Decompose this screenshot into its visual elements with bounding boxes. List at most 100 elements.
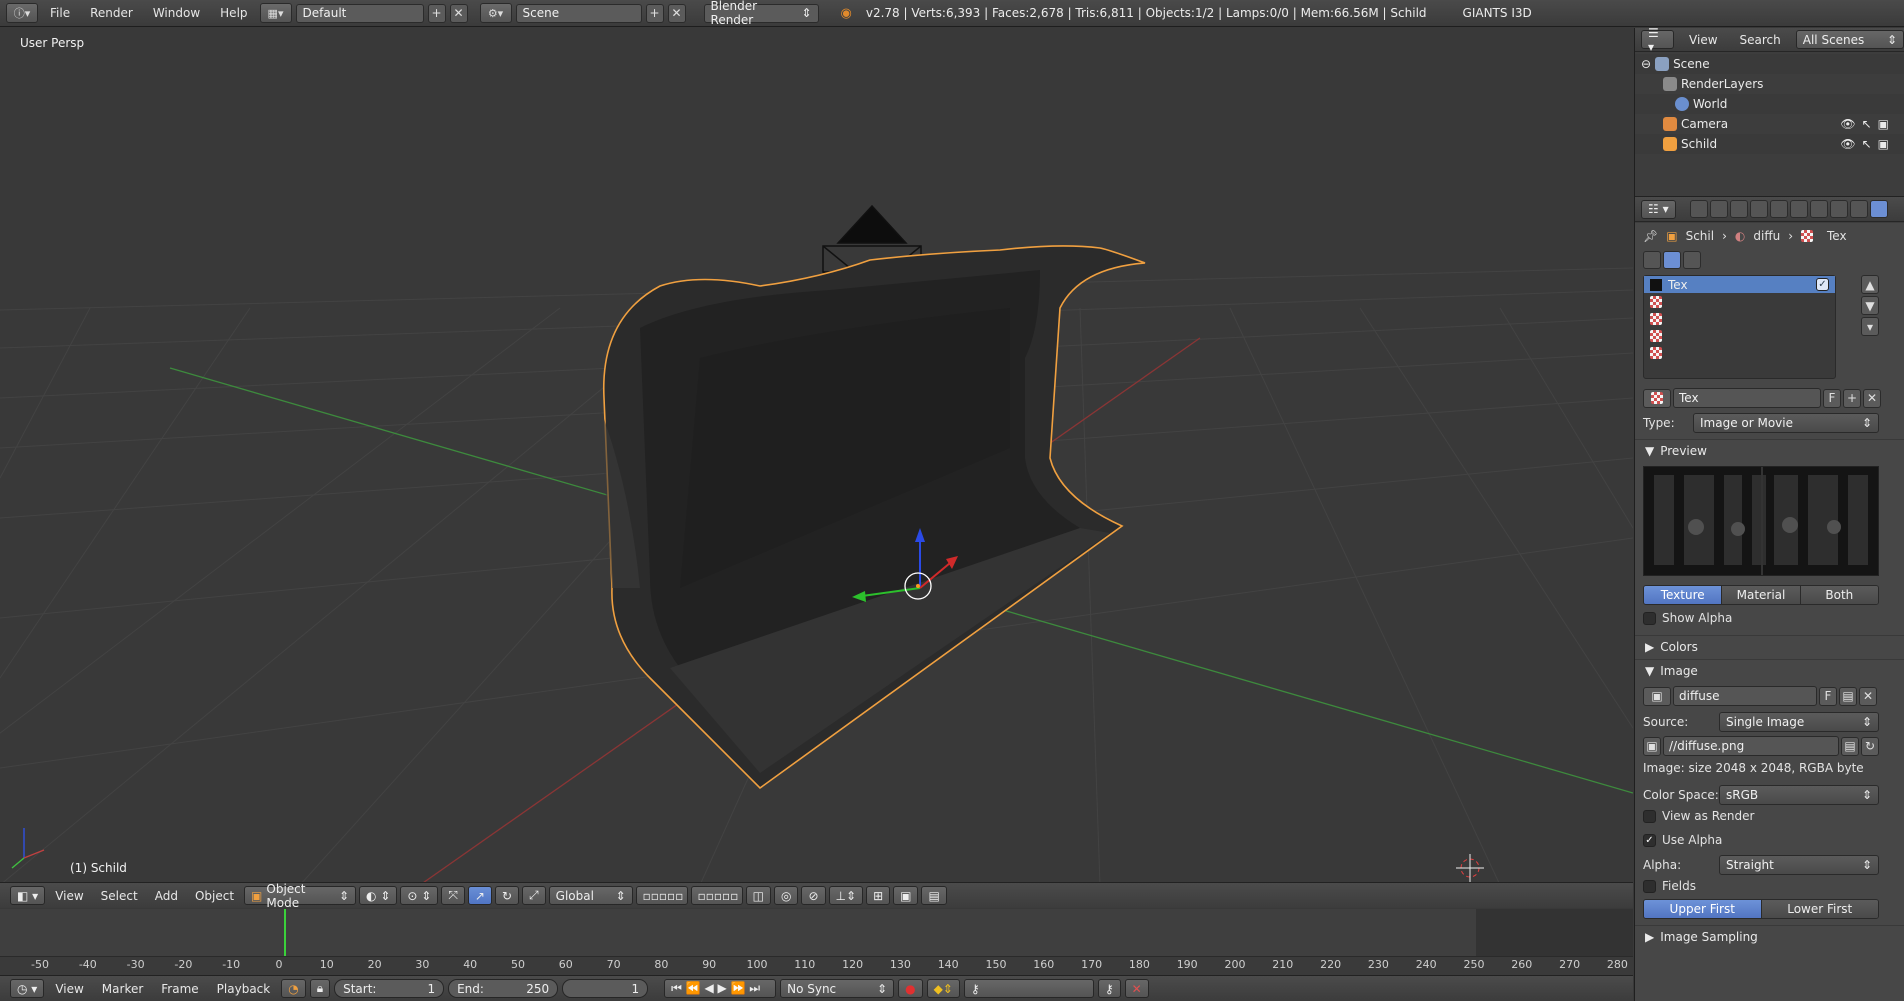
collapse-icon[interactable]: ⊖ <box>1641 57 1651 71</box>
scene-field[interactable]: Scene <box>515 3 642 23</box>
object-tab-icon[interactable] <box>1769 200 1788 218</box>
transform-orientation-dropdown[interactable]: Global ⇕ <box>548 886 633 905</box>
outliner-item-world[interactable]: World <box>1635 94 1904 114</box>
lock-time-icon[interactable]: 🔒︎ <box>309 979 331 998</box>
pin-icon[interactable]: 📌︎ <box>1643 229 1658 243</box>
add-layout-button[interactable]: + <box>427 3 446 23</box>
preview-texture-button[interactable]: Texture <box>1644 586 1723 604</box>
render-tab-icon[interactable] <box>1689 200 1708 218</box>
manipulator-toggle-icon[interactable]: ⤧ <box>441 886 465 905</box>
scene-tab-icon[interactable] <box>1729 200 1748 218</box>
menu-window[interactable]: Window <box>145 0 208 27</box>
color-space-dropdown[interactable]: sRGB ⇕ <box>1719 785 1879 805</box>
image-name-field[interactable]: diffuse <box>1673 686 1817 706</box>
screen-layout-icon[interactable]: ▦▾ <box>259 3 292 23</box>
lock-layers-icon[interactable]: ◫ <box>745 886 771 905</box>
texture-slot-item[interactable]: Tex ✓ <box>1644 276 1835 293</box>
outliner-item-scene[interactable]: ⊖ Scene <box>1635 54 1904 74</box>
record-keyframes-icon[interactable]: ● <box>898 979 923 998</box>
material-tab-icon[interactable] <box>1849 200 1868 218</box>
layer-buttons-group-1[interactable]: ▫▫▫▫▫ <box>635 886 688 905</box>
fake-user-button[interactable]: F <box>1823 388 1841 408</box>
opengl-render-icon[interactable]: ▣ <box>893 886 919 905</box>
modifiers-tab-icon[interactable] <box>1809 200 1828 218</box>
render-engine-dropdown[interactable]: Blender Render ⇕ <box>703 0 819 27</box>
visibility-toggles[interactable]: 👁︎↖▣ <box>1840 137 1895 151</box>
visibility-toggles[interactable]: 👁︎↖▣ <box>1840 117 1895 131</box>
editor-type-info-button[interactable]: ⓘ▾ <box>6 3 38 23</box>
move-down-icon[interactable]: ▼ <box>1861 296 1879 315</box>
specials-menu-icon[interactable]: ▾ <box>1861 317 1879 336</box>
preview-both-button[interactable]: Both <box>1800 586 1878 604</box>
world-tab-icon[interactable] <box>1749 200 1768 218</box>
snap-element-icon[interactable]: ⊥⇕ <box>828 886 864 905</box>
menu-help[interactable]: Help <box>212 0 255 27</box>
slot-enabled-checkbox[interactable]: ✓ <box>1816 278 1829 291</box>
reload-image-icon[interactable]: ↻ <box>1861 736 1879 756</box>
sync-mode-dropdown[interactable]: No Sync ⇕ <box>780 979 895 998</box>
menu-timeline-view[interactable]: View <box>48 982 90 996</box>
menu-view[interactable]: View <box>48 889 90 903</box>
editor-type-properties-button[interactable]: ☷ ▾ <box>1641 199 1676 219</box>
outliner-tree[interactable]: ⊖ Scene RenderLayers World Camera 👁︎↖▣ S… <box>1635 52 1904 202</box>
menu-object[interactable]: Object <box>188 889 241 903</box>
3d-viewport[interactable]: User Persp (1) Schild <box>0 28 1633 885</box>
image-source-dropdown[interactable]: Single Image ⇕ <box>1719 712 1879 732</box>
menu-render[interactable]: Render <box>82 0 141 27</box>
preview-range-icon[interactable]: ◔ <box>281 979 306 998</box>
texture-browse-button[interactable] <box>1643 388 1671 408</box>
outliner-item-renderlayers[interactable]: RenderLayers <box>1635 74 1904 94</box>
move-up-icon[interactable]: ▲ <box>1861 275 1879 294</box>
other-texture-icon[interactable] <box>1683 251 1701 269</box>
texture-slot-item[interactable] <box>1644 293 1835 310</box>
remove-layout-button[interactable]: ✕ <box>449 3 468 23</box>
upper-first-button[interactable]: Upper First <box>1644 900 1762 918</box>
active-keying-set-field[interactable]: ⚷ <box>963 979 1094 998</box>
timeline-editor[interactable]: -50 -40 -30 -20 -10 0 10 20 30 40 50 60 70 80 90 100 110… <box>0 909 1633 975</box>
image-sampling-panel-header[interactable]: ▶ Image Sampling <box>1635 925 1904 947</box>
texture-name-field[interactable]: Tex <box>1673 388 1821 408</box>
use-alpha-checkbox[interactable]: ✓ <box>1643 833 1656 847</box>
menu-file[interactable]: File <box>42 0 78 27</box>
scene-icon[interactable]: ⚙▾ <box>479 3 512 23</box>
new-texture-button[interactable]: + <box>1843 388 1861 408</box>
menu-frame[interactable]: Frame <box>154 982 205 996</box>
image-filepath-field[interactable]: //diffuse.png <box>1663 736 1839 756</box>
world-texture-icon[interactable] <box>1643 251 1661 269</box>
viewport-shading-button[interactable]: ◐ ⇕ <box>359 886 398 905</box>
editor-type-timeline-button[interactable]: ◷ ▾ <box>10 979 45 998</box>
texture-slot-item[interactable] <box>1644 310 1835 327</box>
preview-material-button[interactable]: Material <box>1722 586 1801 604</box>
pivot-point-button[interactable]: ⊙ ⇕ <box>400 886 439 905</box>
constraints-tab-icon[interactable] <box>1789 200 1808 218</box>
image-browse-button[interactable]: ▣ <box>1643 686 1671 706</box>
insert-keyframe-icon[interactable]: ⚷ <box>1097 979 1121 998</box>
open-image-icon[interactable]: ▤ <box>1839 686 1857 706</box>
texture-tab-icon[interactable] <box>1869 200 1888 218</box>
current-frame-cursor[interactable] <box>283 909 286 956</box>
interaction-mode-dropdown[interactable]: ▣ Object Mode ⇕ <box>244 882 357 910</box>
playback-controls[interactable]: ⏮ ⏪ ◀ ▶ ⏩ ⏭ <box>664 979 777 998</box>
texture-slot-list[interactable]: Tex ✓ <box>1643 275 1836 379</box>
fields-checkbox[interactable] <box>1643 879 1656 893</box>
material-texture-icon[interactable] <box>1663 251 1681 269</box>
unlink-image-button[interactable]: ✕ <box>1859 686 1877 706</box>
editor-type-outliner-button[interactable]: ☰ ▾ <box>1641 26 1675 54</box>
screen-layout-field[interactable]: Default <box>295 3 424 23</box>
preview-panel-header[interactable]: ▼ Preview <box>1635 439 1904 461</box>
data-tab-icon[interactable] <box>1829 200 1848 218</box>
end-frame-field[interactable]: End: 250 <box>448 979 559 998</box>
scale-manipulator-icon[interactable]: ⤢ <box>522 886 546 905</box>
delete-keyframe-icon[interactable]: ✕ <box>1124 979 1149 998</box>
outliner-item-schild[interactable]: Schild 👁︎↖▣ <box>1635 134 1904 154</box>
remove-scene-button[interactable]: ✕ <box>667 3 686 23</box>
opengl-animation-icon[interactable]: ▤ <box>921 886 947 905</box>
current-frame-field[interactable]: 1 <box>562 979 649 998</box>
browse-file-icon[interactable]: ▤ <box>1841 736 1859 756</box>
layer-buttons-group-2[interactable]: ▫▫▫▫▫ <box>690 886 743 905</box>
keying-set-icon[interactable]: ◆⇕ <box>926 979 960 998</box>
texture-type-dropdown[interactable]: Image or Movie ⇕ <box>1693 413 1879 433</box>
menu-playback[interactable]: Playback <box>210 982 278 996</box>
add-scene-button[interactable]: + <box>645 3 664 23</box>
lower-first-button[interactable]: Lower First <box>1761 900 1878 918</box>
